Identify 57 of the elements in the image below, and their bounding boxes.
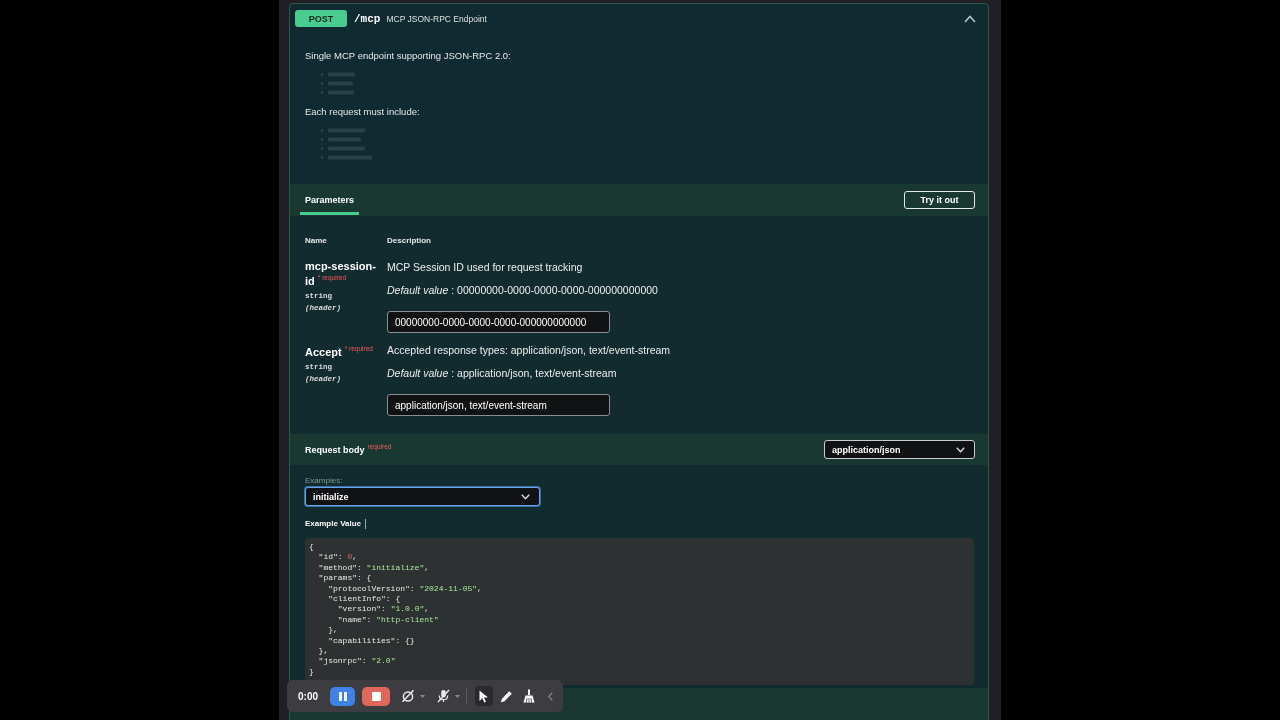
microphone-toggle-button[interactable] <box>437 689 450 703</box>
pen-tool-button[interactable] <box>500 689 513 703</box>
code-line: "method": "initialize", <box>317 562 430 574</box>
column-header: Name <box>305 236 327 246</box>
code-line: "params": { <box>317 573 372 584</box>
endpoint-path: /mcp <box>354 12 381 25</box>
method-badge: POST <box>295 10 347 27</box>
description-text: Each request must include: <box>305 106 421 118</box>
parameter-name: Accept $^{* required}$ <box>305 344 374 358</box>
stop-button[interactable] <box>362 686 390 706</box>
eraser-tool-button[interactable] <box>523 689 535 703</box>
caret-icon[interactable] <box>455 694 460 698</box>
examples-label: Examples: <box>305 476 343 486</box>
parameter-description: Accepted response types: application/json, text/event-stream <box>387 343 671 357</box>
code-line: "jsonrpc": "2.0" <box>317 656 396 667</box>
pause-button[interactable] <box>330 686 355 706</box>
default-value-text: Default value : application/json, text/event-stream <box>387 366 617 380</box>
pause-icon <box>338 691 347 701</box>
column-header: Description <box>387 236 431 246</box>
broom-icon <box>523 689 535 703</box>
try-it-out-button[interactable]: Try it out <box>904 191 975 209</box>
section-title: Request body <box>305 444 365 455</box>
caret-icon[interactable] <box>420 694 425 698</box>
example-value-tab[interactable]: Example Value <box>305 519 366 529</box>
code-line: "version": "1.0.0", <box>336 604 430 615</box>
faded-text-list <box>320 126 372 162</box>
pen-icon <box>500 689 513 703</box>
cursor-arrow-icon <box>479 689 489 703</box>
recording-timer: 0:00 <box>298 690 319 702</box>
code-line: }, <box>317 646 329 657</box>
code-line: "clientInfo": { <box>327 594 401 605</box>
content-type-select[interactable]: application/json <box>824 440 975 459</box>
parameter-description: MCP Session ID used for request tracking <box>387 260 583 274</box>
chevron-left-icon <box>548 691 553 701</box>
code-line: "name": "http-client" <box>336 614 439 626</box>
collapse-toolbar-button[interactable] <box>548 691 553 701</box>
chevron-up-icon[interactable] <box>964 14 976 23</box>
parameter-input[interactable]: application/json, text/event-stream <box>387 394 610 416</box>
code-line: { <box>309 542 314 553</box>
code-line: } <box>309 666 314 678</box>
code-line: }, <box>327 625 338 636</box>
pointer-tool-button[interactable] <box>475 686 493 706</box>
muted-microphone-icon <box>437 689 450 703</box>
parameter-input[interactable]: 00000000-0000-0000-0000-000000000000 <box>387 311 610 333</box>
camera-toggle-button[interactable] <box>401 689 415 703</box>
parameter-name: mcp-session-id $^{* required}$ <box>305 260 377 287</box>
example-select[interactable]: initialize <box>305 487 540 506</box>
default-value-text: Default value : 00000000-0000-0000-0000-000000000000 <box>387 283 658 297</box>
chevron-down-icon <box>956 446 965 453</box>
code-line: "protocolVersion": "2024-11-05", <box>327 583 482 595</box>
stop-icon <box>371 691 381 701</box>
slashed-circle-icon <box>401 689 415 703</box>
description-text: Single MCP endpoint supporting JSON-RPC 2.0: <box>305 50 512 62</box>
code-line: "capabilities": {} <box>327 635 415 647</box>
endpoint-summary: MCP JSON-RPC Endpoint <box>386 13 487 24</box>
chevron-down-icon <box>521 493 530 500</box>
code-line: "id": 0, <box>317 552 358 563</box>
